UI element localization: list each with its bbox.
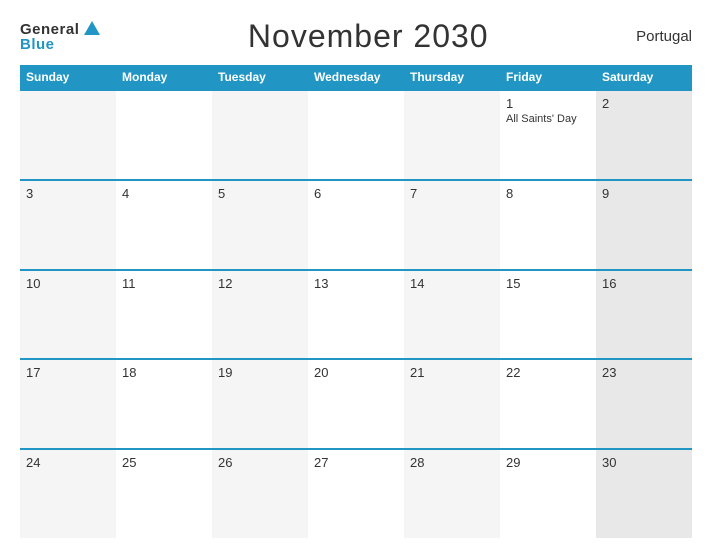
cal-cell: 25 — [116, 450, 212, 538]
date-number: 10 — [26, 276, 110, 291]
date-number: 5 — [218, 186, 302, 201]
date-number: 24 — [26, 455, 110, 470]
logo-blue-text: Blue — [20, 37, 55, 52]
date-number: 17 — [26, 365, 110, 380]
cal-cell: 26 — [212, 450, 308, 538]
cal-cell: 21 — [404, 360, 500, 448]
date-number: 29 — [506, 455, 590, 470]
cal-cell: 1 All Saints' Day — [500, 91, 596, 179]
cal-cell: 10 — [20, 271, 116, 359]
date-number: 7 — [410, 186, 494, 201]
cal-cell: 20 — [308, 360, 404, 448]
month-title: November 2030 — [248, 18, 489, 55]
weekday-header-wednesday: Wednesday — [308, 65, 404, 89]
date-number: 30 — [602, 455, 686, 470]
date-number: 28 — [410, 455, 494, 470]
date-number: 1 — [506, 96, 590, 111]
cal-cell: 15 — [500, 271, 596, 359]
weeks-container: 1All Saints' Day234567891011121314151617… — [20, 89, 692, 538]
date-number: 15 — [506, 276, 590, 291]
cal-cell: 8 — [500, 181, 596, 269]
date-number: 25 — [122, 455, 206, 470]
logo-triangle-icon — [84, 21, 100, 35]
week-row-3: 10 11 12 13 14 15 16 — [20, 269, 692, 359]
date-number: 13 — [314, 276, 398, 291]
country-label: Portugal — [636, 28, 692, 45]
cal-cell: 22 — [500, 360, 596, 448]
cal-cell: 4 — [116, 181, 212, 269]
cal-cell: 27 — [308, 450, 404, 538]
date-number: 21 — [410, 365, 494, 380]
weekday-header-row: SundayMondayTuesdayWednesdayThursdayFrid… — [20, 65, 692, 89]
date-number: 19 — [218, 365, 302, 380]
cal-cell: 3 — [20, 181, 116, 269]
cal-cell: 7 — [404, 181, 500, 269]
date-number: 14 — [410, 276, 494, 291]
date-number: 26 — [218, 455, 302, 470]
date-number: 6 — [314, 186, 398, 201]
cal-cell — [116, 91, 212, 179]
calendar-page: General Blue November 2030 Portugal Sund… — [0, 0, 712, 550]
date-number: 20 — [314, 365, 398, 380]
date-number: 27 — [314, 455, 398, 470]
logo-general-text: General — [20, 22, 79, 37]
cal-cell — [404, 91, 500, 179]
cal-cell: 28 — [404, 450, 500, 538]
cal-cell: 9 — [596, 181, 692, 269]
event-label: All Saints' Day — [506, 113, 590, 125]
cal-cell — [308, 91, 404, 179]
cal-cell — [212, 91, 308, 179]
weekday-header-friday: Friday — [500, 65, 596, 89]
cal-cell: 5 — [212, 181, 308, 269]
cal-cell: 19 — [212, 360, 308, 448]
date-number: 9 — [602, 186, 686, 201]
cal-cell: 16 — [596, 271, 692, 359]
calendar: SundayMondayTuesdayWednesdayThursdayFrid… — [20, 65, 692, 538]
weekday-header-thursday: Thursday — [404, 65, 500, 89]
cal-cell: 12 — [212, 271, 308, 359]
cal-cell: 2 — [596, 91, 692, 179]
date-number: 4 — [122, 186, 206, 201]
weekday-header-tuesday: Tuesday — [212, 65, 308, 89]
date-number: 8 — [506, 186, 590, 201]
cal-cell: 23 — [596, 360, 692, 448]
cal-cell: 17 — [20, 360, 116, 448]
date-number: 22 — [506, 365, 590, 380]
date-number: 11 — [122, 276, 206, 291]
cal-cell: 14 — [404, 271, 500, 359]
cal-cell — [20, 91, 116, 179]
cal-cell: 11 — [116, 271, 212, 359]
week-row-1: 1 All Saints' Day 2 — [20, 89, 692, 179]
week-row-5: 24 25 26 27 28 29 30 — [20, 448, 692, 538]
cal-cell: 18 — [116, 360, 212, 448]
date-number: 23 — [602, 365, 686, 380]
cal-cell: 30 — [596, 450, 692, 538]
weekday-header-monday: Monday — [116, 65, 212, 89]
weekday-header-saturday: Saturday — [596, 65, 692, 89]
header: General Blue November 2030 Portugal — [20, 18, 692, 55]
date-number: 3 — [26, 186, 110, 201]
cal-cell: 13 — [308, 271, 404, 359]
date-number: 18 — [122, 365, 206, 380]
date-number: 2 — [602, 96, 686, 111]
cal-cell: 6 — [308, 181, 404, 269]
week-row-4: 17 18 19 20 21 22 23 — [20, 358, 692, 448]
logo: General Blue — [20, 21, 100, 52]
cal-cell: 24 — [20, 450, 116, 538]
weekday-header-sunday: Sunday — [20, 65, 116, 89]
date-number: 12 — [218, 276, 302, 291]
cal-cell: 29 — [500, 450, 596, 538]
date-number: 16 — [602, 276, 686, 291]
week-row-2: 3456789 — [20, 179, 692, 269]
